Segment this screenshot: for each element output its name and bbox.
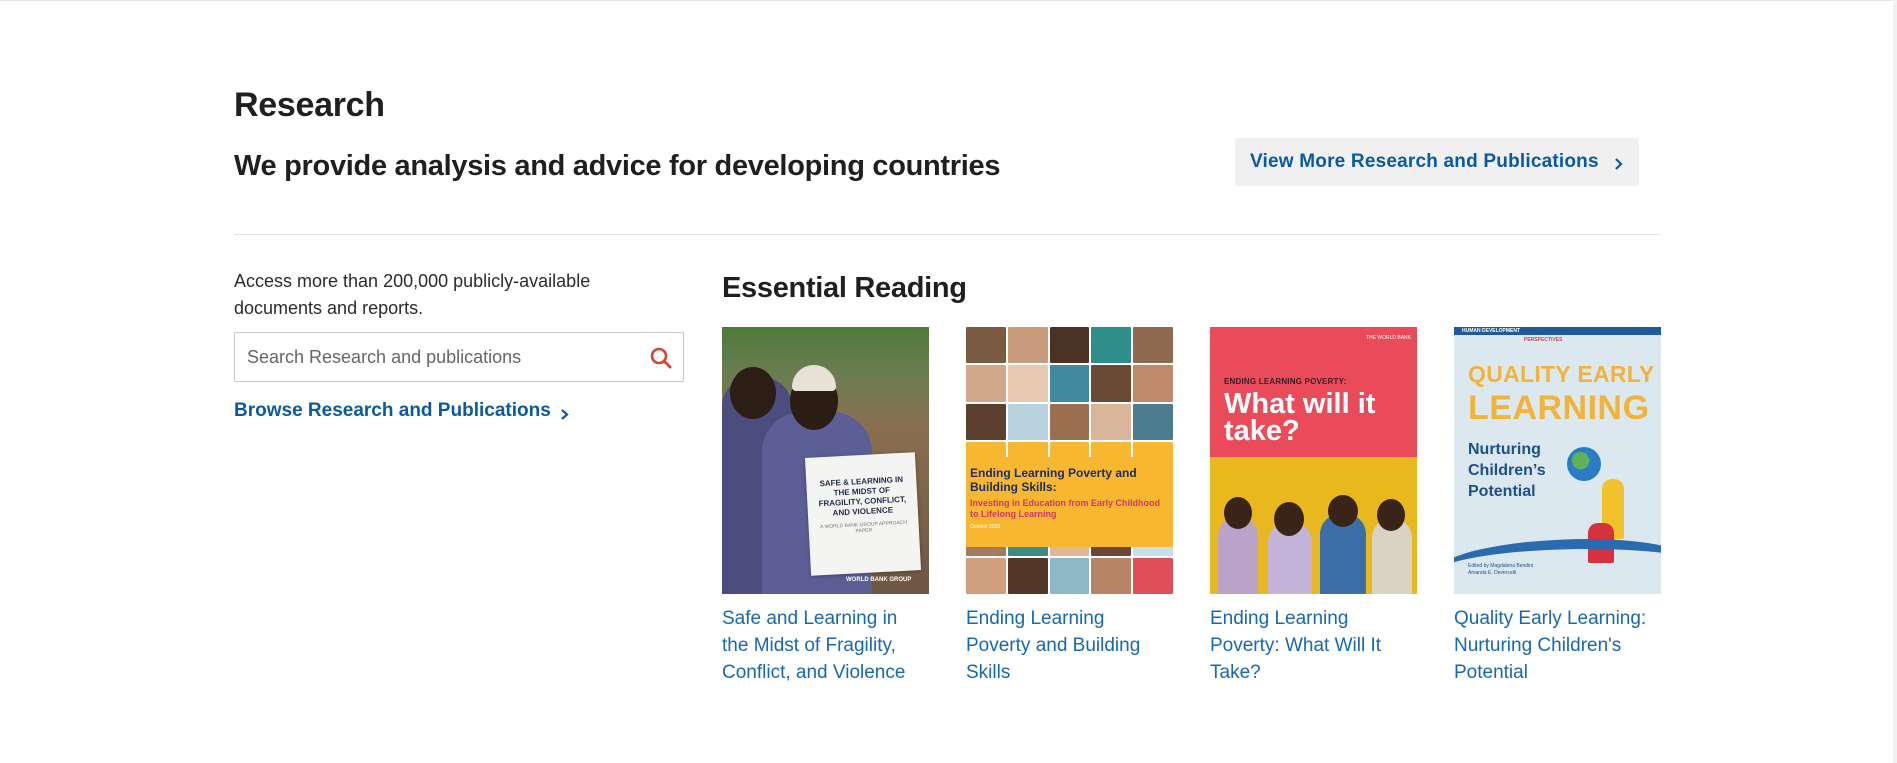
reading-card: Ending Learning Poverty and Building Ski… <box>966 327 1173 686</box>
cover-band: Ending Learning Poverty and Building Ski… <box>966 457 1173 547</box>
cover-subtitle: Investing in Education from Early Childh… <box>970 498 1161 519</box>
cover-figure <box>730 367 776 419</box>
cover-title-line: QUALITY EARLY <box>1468 361 1655 387</box>
reading-title-link[interactable]: Ending Learning Poverty: What Will It Ta… <box>1210 605 1417 686</box>
reading-card: THE WORLD BANK ENDING LEARNING POVERTY: … <box>1210 327 1417 686</box>
view-more-label: View More Research and Publications <box>1250 151 1599 172</box>
view-more-research-button[interactable]: View More Research and Publications <box>1235 138 1639 186</box>
section-title: Research <box>234 86 385 124</box>
reading-title-link[interactable]: Safe and Learning in the Midst of Fragil… <box>722 605 929 686</box>
reading-card: SAFE & LEARNING IN THE MIDST OF FRAGILIT… <box>722 327 929 686</box>
browse-research-link[interactable]: Browse Research and Publications <box>234 400 571 422</box>
research-section: Research We provide analysis and advice … <box>234 0 1661 763</box>
cover-brand: THE WORLD BANK <box>1365 335 1411 341</box>
cover-series-sub: PERSPECTIVES <box>1524 337 1563 343</box>
cover-figure <box>1224 497 1252 529</box>
section-divider <box>234 234 1660 235</box>
cover-kicker: ENDING LEARNING POVERTY: <box>1224 377 1347 386</box>
cover-paper: SAFE & LEARNING IN THE MIDST OF FRAGILIT… <box>804 452 922 576</box>
cover-figure <box>792 365 836 391</box>
cover-brand: WORLD BANK GROUP <box>846 577 912 583</box>
cover-figure <box>1274 502 1304 536</box>
scrollbar-track[interactable] <box>1893 0 1897 763</box>
cover-figure <box>1377 499 1405 531</box>
cover-title: What will it take? <box>1224 388 1376 447</box>
book-cover-image[interactable]: Ending Learning Poverty and Building Ski… <box>966 327 1173 594</box>
reading-card: HUMAN DEVELOPMENT PERSPECTIVES QUALITY E… <box>1454 327 1661 686</box>
essential-reading-title: Essential Reading <box>722 272 967 304</box>
cover-title-line: LEARNING <box>1468 389 1650 427</box>
globe-icon <box>1567 447 1601 481</box>
cover-editors: Edited by Magdalena Bendini Amanda E. De… <box>1468 563 1534 576</box>
cover-title: Ending Learning Poverty and Building Ski… <box>970 466 1137 494</box>
search-icon[interactable] <box>649 346 673 370</box>
cover-figure <box>1328 495 1358 527</box>
cover-title: SAFE & LEARNING IN THE MIDST OF FRAGILIT… <box>818 474 907 518</box>
browse-label: Browse Research and Publications <box>234 400 551 421</box>
book-cover-image[interactable]: THE WORLD BANK ENDING LEARNING POVERTY: … <box>1210 327 1417 594</box>
cover-date: October 2022 <box>970 524 1001 530</box>
search-box <box>234 332 684 382</box>
cover-series: HUMAN DEVELOPMENT <box>1462 328 1521 334</box>
cover-subtitle: A WORLD BANK GROUP APPROACH PAPER <box>820 519 908 535</box>
access-description: Access more than 200,000 publicly-availa… <box>234 271 591 318</box>
book-cover-image[interactable]: HUMAN DEVELOPMENT PERSPECTIVES QUALITY E… <box>1454 327 1661 594</box>
reading-title-link[interactable]: Quality Early Learning: Nurturing Childr… <box>1454 605 1661 686</box>
cover-subtitle: Nurturing Children’s Potential <box>1468 441 1546 500</box>
reading-title-link[interactable]: Ending Learning Poverty and Building Ski… <box>966 605 1173 686</box>
section-subtitle: We provide analysis and advice for devel… <box>234 150 1001 182</box>
chevron-right-icon <box>1611 155 1625 170</box>
search-input[interactable] <box>247 333 637 381</box>
chevron-right-icon <box>558 405 571 420</box>
book-cover-image[interactable]: SAFE & LEARNING IN THE MIDST OF FRAGILIT… <box>722 327 929 594</box>
